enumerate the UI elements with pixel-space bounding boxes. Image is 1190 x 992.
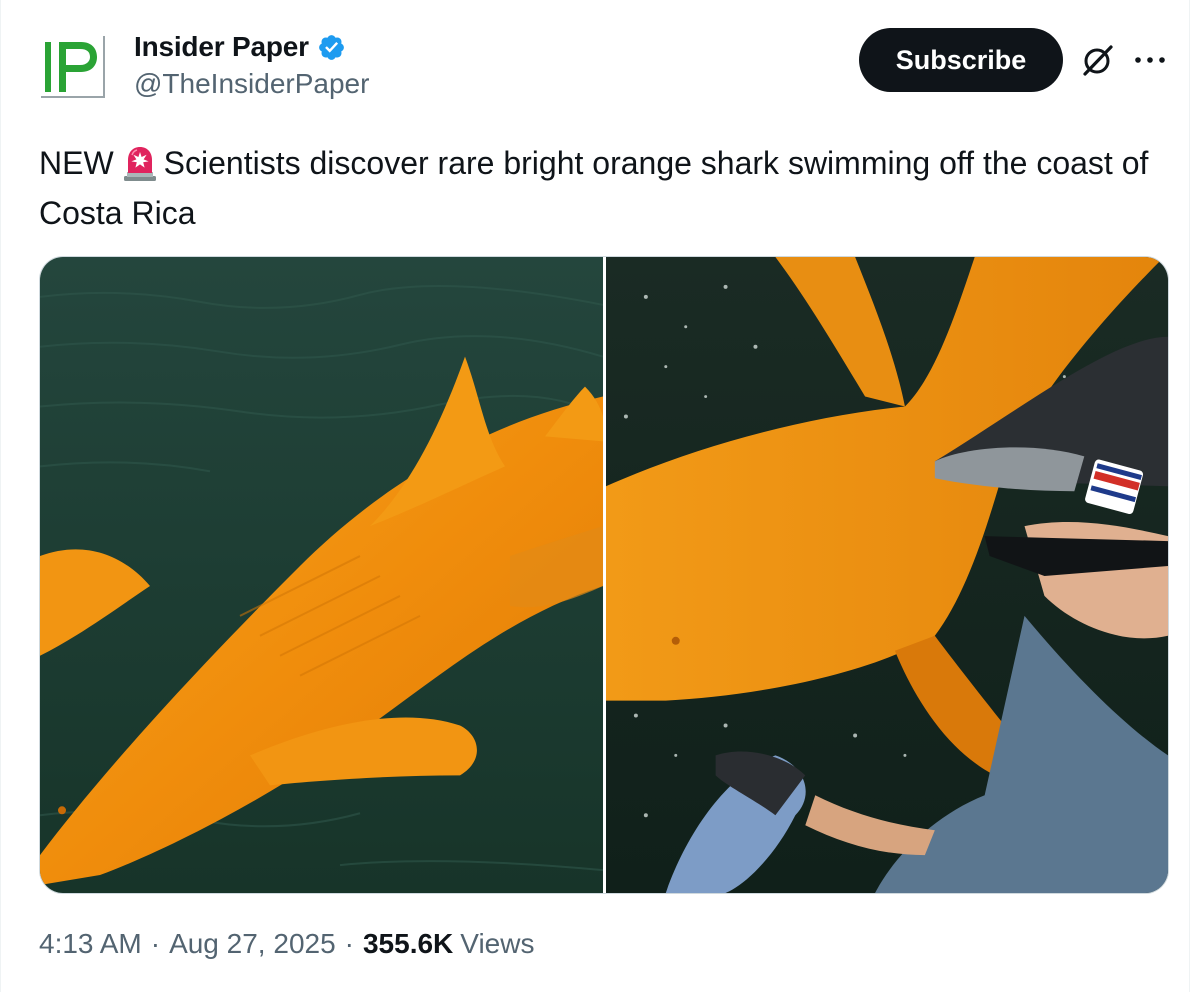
tweet-text-prefix: NEW [39, 145, 114, 181]
views-count[interactable]: 355.6K [363, 928, 453, 960]
tweet-text-body: Scientists discover rare bright orange s… [39, 145, 1149, 231]
views-label: Views [460, 928, 535, 959]
grok-icon[interactable] [1081, 43, 1115, 77]
author-info: Insider Paper @TheInsiderPaper [134, 28, 369, 100]
police-siren-icon [122, 142, 158, 182]
tweet-media-grid[interactable] [39, 256, 1169, 894]
tweet-text: NEW Scientists discover rare bright oran… [39, 138, 1149, 238]
tweet-card: Insider Paper @TheInsiderPaper Subscribe… [0, 0, 1190, 992]
verified-badge-icon[interactable] [317, 33, 346, 62]
author-avatar[interactable] [37, 32, 111, 102]
author-name-row: Insider Paper [134, 28, 369, 66]
meta-separator: · [150, 928, 161, 959]
tweet-meta: 4:13 AM · Aug 27, 2025 · 355.6K Views [39, 928, 534, 960]
meta-separator: · [344, 928, 354, 959]
insider-paper-logo [37, 32, 111, 102]
more-dots-icon[interactable] [1132, 47, 1168, 73]
tweet-time-link[interactable]: 4:13 AM [39, 928, 142, 960]
tweet-date-link[interactable]: Aug 27, 2025 [169, 928, 336, 960]
author-display-name[interactable]: Insider Paper [134, 31, 309, 63]
author-handle[interactable]: @TheInsiderPaper [134, 68, 369, 100]
orange-shark-photo-right[interactable] [606, 257, 1168, 893]
subscribe-button[interactable]: Subscribe [859, 28, 1063, 92]
orange-shark-photo-left[interactable] [40, 257, 603, 893]
